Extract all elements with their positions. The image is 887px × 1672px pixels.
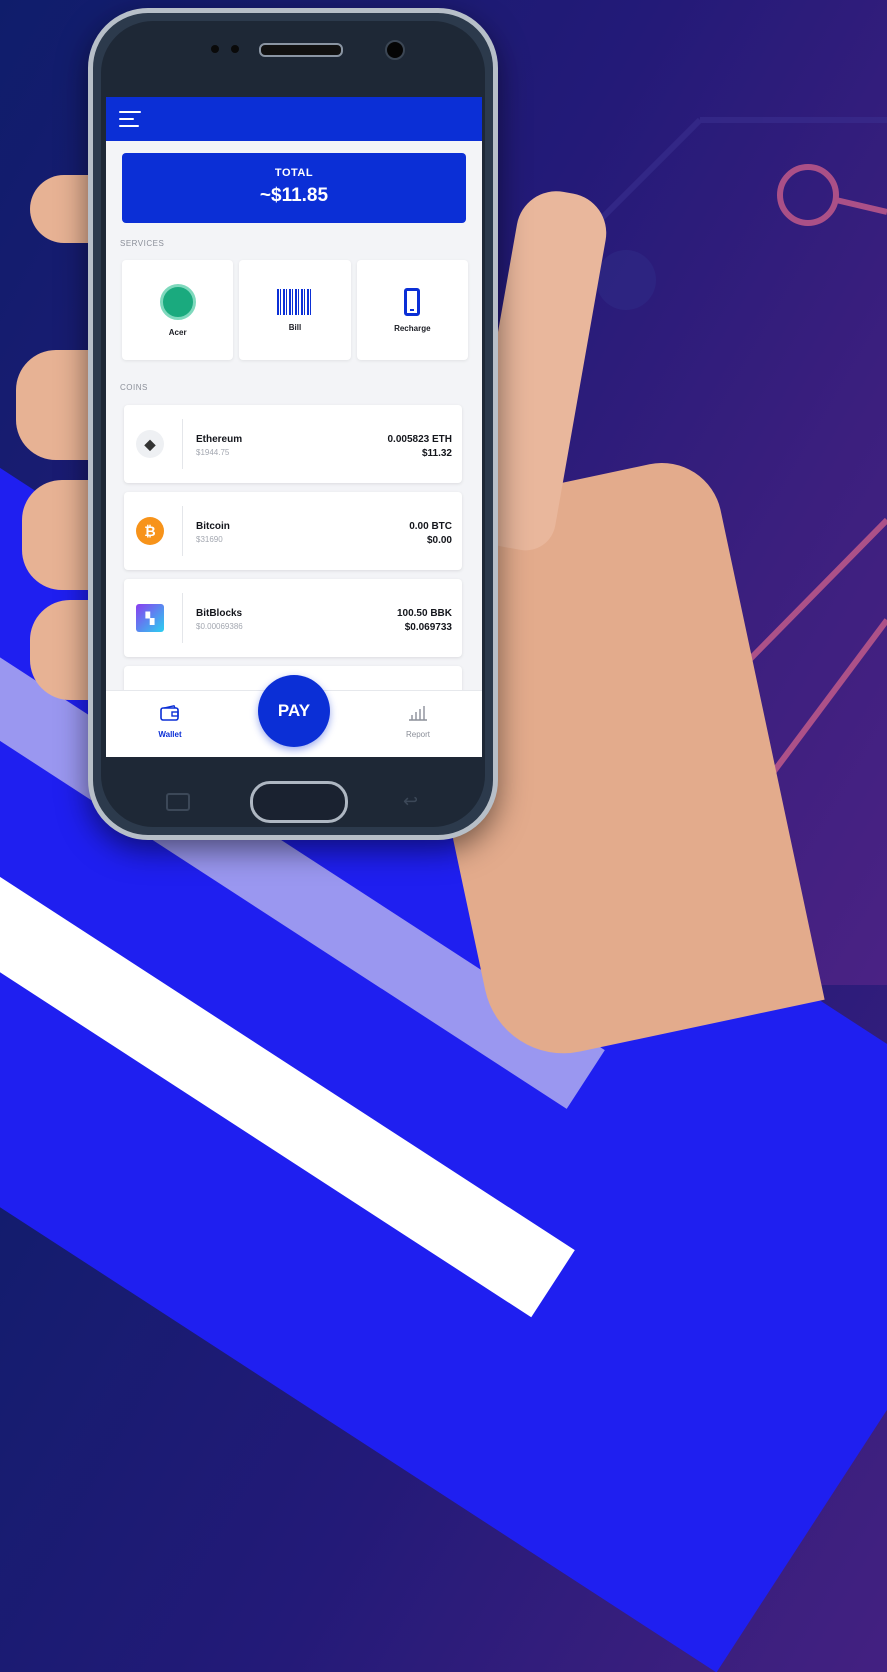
divider: [182, 506, 183, 556]
bar-chart-icon: [409, 706, 427, 721]
service-bill[interactable]: Bill: [239, 260, 351, 360]
acer-icon: [159, 283, 196, 320]
nav-wallet[interactable]: Wallet: [140, 704, 200, 739]
services-grid: Acer Bill Recharge: [122, 260, 468, 360]
coin-row-bitblocks[interactable]: ▚ BitBlocks $0.00069386 100.50 BBK $0.06…: [124, 579, 462, 657]
mobile-phone-icon: [404, 287, 421, 316]
divider: [182, 593, 183, 643]
barcode-icon: [276, 288, 313, 315]
service-acer[interactable]: Acer: [122, 260, 234, 360]
coin-row-bitcoin[interactable]: ₿ Bitcoin $31690 0.00 BTC $0.00: [124, 492, 462, 570]
services-section-label: SERVICES: [120, 239, 165, 248]
service-label: Acer: [168, 327, 187, 337]
coin-price: $1944.75: [196, 448, 230, 457]
ethereum-icon: ◆: [136, 430, 164, 458]
front-camera-icon: [385, 40, 405, 60]
sensor-icon: [211, 45, 219, 53]
service-recharge[interactable]: Recharge: [356, 260, 468, 360]
total-value: ~$11.85: [259, 185, 329, 206]
coins-section-label: COINS: [120, 383, 148, 392]
service-label: Recharge: [394, 323, 431, 333]
wallet-icon: [160, 704, 179, 721]
service-label: Bill: [288, 322, 302, 332]
coin-name: Bitcoin: [196, 521, 230, 532]
coin-name: Ethereum: [196, 434, 243, 445]
coin-value: $11.32: [421, 448, 452, 459]
app-screen: TOTAL ~$11.85 SERVICES Acer Bill Recharg…: [106, 97, 482, 757]
menu-icon[interactable]: [119, 111, 141, 127]
nav-label: Wallet: [158, 730, 182, 739]
total-balance-card: TOTAL ~$11.85: [122, 153, 466, 223]
coin-value: $0.00: [426, 535, 452, 546]
recent-apps-key[interactable]: [166, 793, 190, 811]
coin-price: $31690: [196, 535, 223, 544]
divider: [182, 419, 183, 469]
coin-amount: 0.005823 ETH: [387, 434, 453, 445]
app-bar: [106, 97, 482, 141]
bitblocks-icon: ▚: [136, 604, 164, 632]
coin-amount: 0.00 BTC: [409, 521, 452, 532]
coin-value: $0.069733: [404, 622, 452, 633]
nav-report[interactable]: Report: [388, 705, 448, 739]
coin-row-ethereum[interactable]: ◆ Ethereum $1944.75 0.005823 ETH $11.32: [124, 405, 462, 483]
bitcoin-icon: ₿: [136, 517, 164, 545]
sensor-icon: [231, 45, 239, 53]
earpiece-speaker: [259, 43, 343, 57]
coin-price: $0.00069386: [196, 622, 243, 631]
back-key-icon[interactable]: ↩: [403, 791, 418, 812]
home-button[interactable]: [250, 781, 348, 823]
coin-amount: 100.50 BBK: [396, 608, 452, 619]
total-label: TOTAL: [274, 167, 314, 179]
pay-button[interactable]: PAY: [258, 675, 330, 747]
nav-label: Report: [405, 730, 430, 739]
coin-name: BitBlocks: [196, 608, 243, 619]
